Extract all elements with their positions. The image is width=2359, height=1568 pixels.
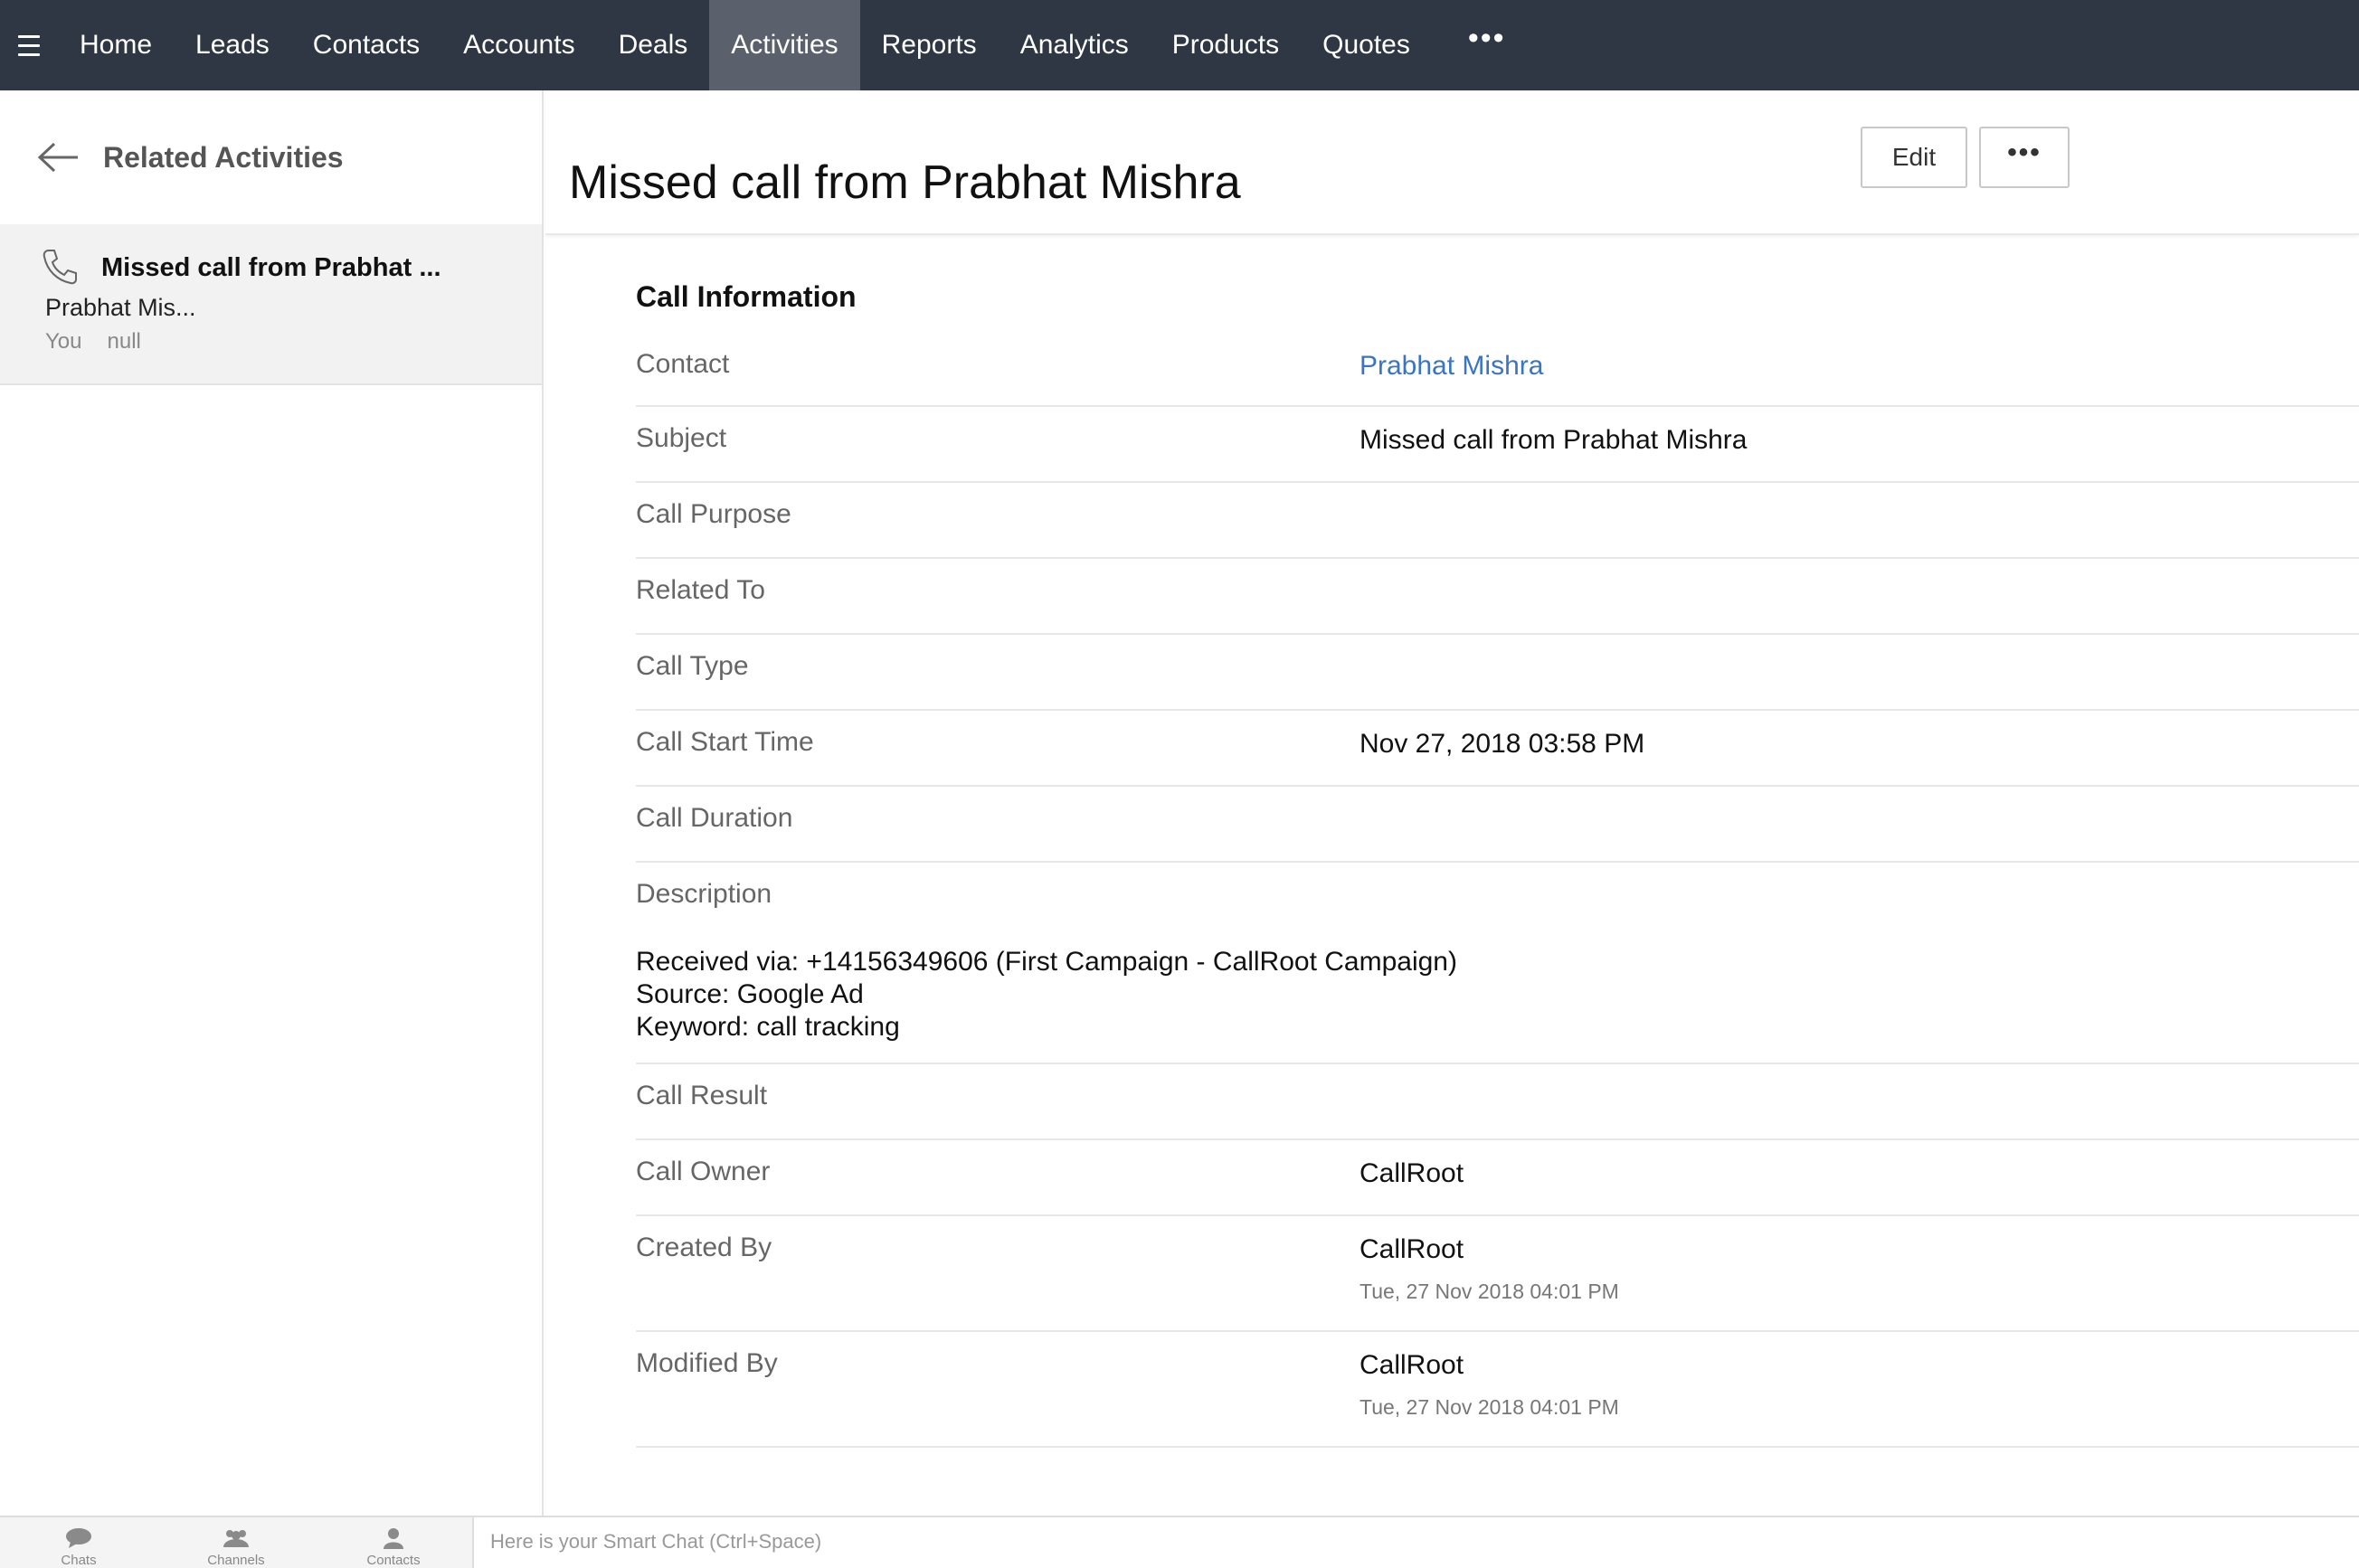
- field-value: CallRoot: [1360, 1158, 1464, 1188]
- related-activity-owner: You: [45, 329, 82, 354]
- field-value: Nov 27, 2018 03:58 PM: [1360, 729, 1645, 759]
- edit-button[interactable]: Edit: [1861, 127, 1967, 188]
- chat-bubble-icon: [66, 1528, 91, 1548]
- sidebar-header: Related Activities: [0, 90, 542, 224]
- nav-item-home[interactable]: Home: [58, 0, 174, 90]
- person-icon: [384, 1528, 403, 1549]
- field-row-call-type: Call Type: [636, 635, 2359, 711]
- field-row-subject: Subject Missed call from Prabhat Mishra: [636, 407, 2359, 483]
- nav-item-quotes[interactable]: Quotes: [1301, 0, 1432, 90]
- related-activities-sidebar: Related Activities Missed call from Prab…: [0, 90, 544, 1516]
- nav-item-contacts[interactable]: Contacts: [291, 0, 441, 90]
- smart-chat-input[interactable]: Here is your Smart Chat (Ctrl+Space): [490, 1530, 821, 1554]
- nav-item-activities[interactable]: Activities: [709, 0, 860, 90]
- modified-timestamp: Tue, 27 Nov 2018 04:01 PM: [1360, 1395, 1619, 1419]
- field-row-call-result: Call Result: [636, 1064, 2359, 1140]
- field-row-created-by: Created By CallRoot Tue, 27 Nov 2018 04:…: [636, 1216, 2359, 1332]
- group-icon: [223, 1530, 249, 1547]
- field-row-call-start-time: Call Start Time Nov 27, 2018 03:58 PM: [636, 711, 2359, 787]
- field-label: Call Start Time: [636, 727, 814, 757]
- phone-icon: [42, 248, 78, 290]
- field-row-modified-by: Modified By CallRoot Tue, 27 Nov 2018 04…: [636, 1332, 2359, 1448]
- main-content: Missed call from Prabhat Mishra Edit •••…: [545, 90, 2359, 1516]
- nav-item-products[interactable]: Products: [1151, 0, 1301, 90]
- chat-tabs: Chats Channels Contacts: [0, 1517, 474, 1568]
- field-label: Created By: [636, 1233, 772, 1262]
- field-label: Contact: [636, 349, 730, 379]
- back-arrow-icon[interactable]: [36, 139, 81, 175]
- bottom-chat-bar: Chats Channels Contacts Here is your Sma…: [0, 1516, 2359, 1568]
- top-navigation: Home Leads Contacts Accounts Deals Activ…: [0, 0, 2359, 90]
- description-line: Source: Google Ad: [636, 979, 864, 1009]
- related-activity-item[interactable]: Missed call from Prabhat ... Prabhat Mis…: [0, 224, 542, 385]
- tab-chats[interactable]: Chats: [0, 1517, 157, 1568]
- field-label: Subject: [636, 423, 727, 453]
- field-value: Missed call from Prabhat Mishra: [1360, 425, 1748, 455]
- tab-label: Contacts: [366, 1553, 421, 1568]
- menu-icon[interactable]: [0, 0, 58, 90]
- tab-contacts[interactable]: Contacts: [315, 1517, 472, 1568]
- field-label: Call Result: [636, 1081, 768, 1110]
- sidebar-title: Related Activities: [103, 140, 344, 174]
- field-row-call-owner: Call Owner CallRoot: [636, 1140, 2359, 1216]
- related-activity-subtitle: Prabhat Mis...: [45, 294, 196, 321]
- field-label: Description: [636, 879, 772, 909]
- section-title: Call Information: [636, 280, 857, 313]
- field-label: Call Owner: [636, 1157, 771, 1186]
- field-row-contact: Contact Prabhat Mishra: [636, 331, 2359, 407]
- field-row-call-purpose: Call Purpose: [636, 483, 2359, 559]
- field-label: Call Duration: [636, 803, 793, 833]
- field-row-description: Description Received via: +14156349606 (…: [636, 863, 2359, 1064]
- more-actions-button[interactable]: •••: [1979, 127, 2070, 188]
- field-value: CallRoot: [1360, 1234, 1464, 1264]
- field-label: Call Type: [636, 651, 749, 681]
- nav-item-analytics[interactable]: Analytics: [999, 0, 1151, 90]
- nav-items: Home Leads Contacts Accounts Deals Activ…: [58, 0, 1432, 90]
- nav-item-reports[interactable]: Reports: [860, 0, 999, 90]
- field-row-related-to: Related To: [636, 559, 2359, 635]
- field-label: Related To: [636, 575, 765, 605]
- page-title: Missed call from Prabhat Mishra: [569, 156, 1241, 209]
- contact-link[interactable]: Prabhat Mishra: [1360, 351, 1543, 382]
- record-header: Missed call from Prabhat Mishra Edit •••: [545, 90, 2359, 235]
- description-line: Keyword: call tracking: [636, 1012, 900, 1042]
- tab-label: Channels: [207, 1553, 265, 1568]
- call-information-section: Call Information Contact Prabhat Mishra …: [636, 280, 2359, 1448]
- created-timestamp: Tue, 27 Nov 2018 04:01 PM: [1360, 1280, 1619, 1303]
- related-activity-extra: null: [107, 329, 141, 354]
- related-activity-meta: You null: [45, 329, 524, 354]
- field-value: CallRoot: [1360, 1350, 1464, 1380]
- tab-channels[interactable]: Channels: [157, 1517, 315, 1568]
- tab-label: Chats: [61, 1553, 97, 1568]
- nav-item-deals[interactable]: Deals: [597, 0, 710, 90]
- field-row-call-duration: Call Duration: [636, 787, 2359, 863]
- nav-item-accounts[interactable]: Accounts: [441, 0, 596, 90]
- description-line: Received via: +14156349606 (First Campai…: [636, 947, 1457, 977]
- nav-more-icon[interactable]: •••: [1432, 21, 1528, 71]
- related-activity-title: Missed call from Prabhat ...: [101, 253, 441, 282]
- nav-item-leads[interactable]: Leads: [174, 0, 291, 90]
- field-label: Modified By: [636, 1348, 778, 1378]
- field-label: Call Purpose: [636, 499, 791, 529]
